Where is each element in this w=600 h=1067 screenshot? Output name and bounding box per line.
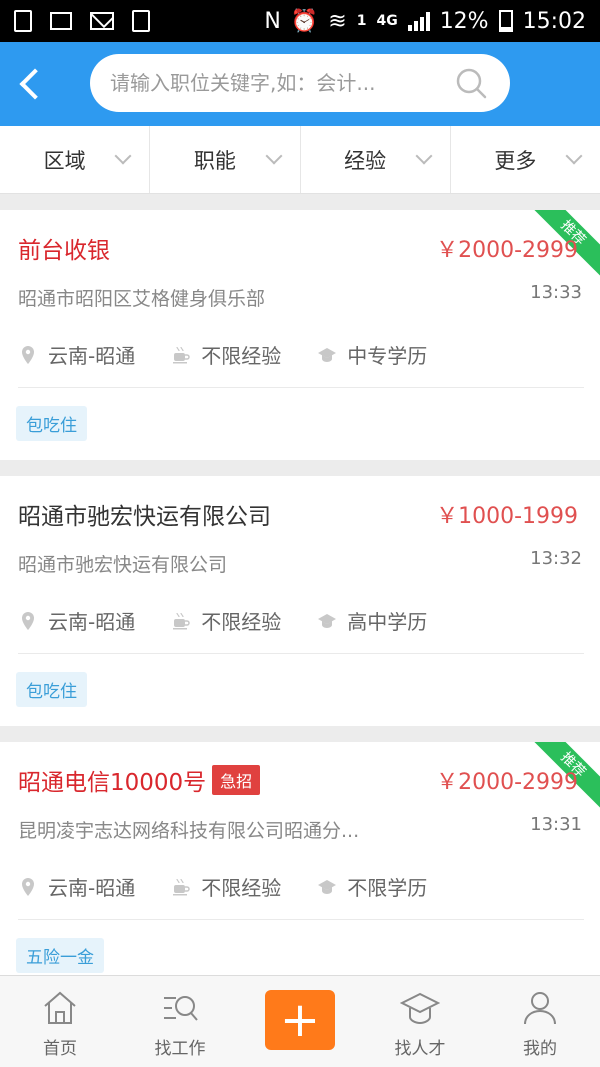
filter-label: 更多 <box>494 148 537 173</box>
filter-label: 经验 <box>344 148 387 173</box>
clock: 15:02 <box>522 8 586 34</box>
location-pin-icon <box>22 877 34 896</box>
battery-icon <box>498 10 513 32</box>
graduation-cap-icon <box>318 613 337 628</box>
filter-region[interactable]: 区域 <box>0 126 151 193</box>
signal-icon <box>407 11 430 31</box>
search-box[interactable] <box>90 54 510 112</box>
filter-bar: 区域 职能 经验 更多 <box>0 126 600 194</box>
app-header <box>0 42 600 126</box>
job-list: 推荐 前台收银 ￥2000-2999 昭通市昭阳区艾格健身俱乐部 13:33 云… <box>0 210 600 1008</box>
location-pin-icon <box>22 345 34 364</box>
job-title: 昭通电信10000号 <box>18 770 207 796</box>
mail-icon <box>90 12 114 30</box>
back-arrow-icon <box>19 68 51 100</box>
job-card[interactable]: 推荐 昭通电信10000号 急招 ￥2000-2999 昆明凌宇志达网络科技有限… <box>0 742 600 992</box>
job-card[interactable]: 昭通市驰宏快运有限公司 ￥1000-1999 昭通市驰宏快运有限公司 13:32… <box>0 476 600 726</box>
filter-label: 职能 <box>193 148 236 173</box>
job-education: 不限学历 <box>347 876 428 900</box>
graduation-cap-icon <box>318 347 337 362</box>
company-name: 昭通市昭阳区艾格健身俱乐部 <box>18 288 266 310</box>
alarm-icon: ⏰ <box>290 8 319 34</box>
sim-slot: 1 <box>356 13 367 29</box>
post-time: 13:33 <box>530 282 582 303</box>
filter-function[interactable]: 职能 <box>150 126 301 193</box>
nav-home[interactable]: 首页 <box>0 976 120 1067</box>
nav-find-job[interactable]: 找工作 <box>120 976 240 1067</box>
coffee-cup-icon <box>173 878 190 895</box>
job-location: 云南-昭通 <box>48 610 136 634</box>
nav-label: 找人才 <box>394 1039 446 1059</box>
image-icon <box>50 12 72 30</box>
battery-percent: 12% <box>439 8 489 34</box>
job-title: 前台收银 <box>18 238 110 264</box>
location-pin-icon <box>22 611 34 630</box>
job-location: 云南-昭通 <box>48 876 136 900</box>
job-experience: 不限经验 <box>201 344 282 368</box>
nfc-icon: N <box>264 8 281 34</box>
divider <box>18 919 584 920</box>
job-experience: 不限经验 <box>201 876 282 900</box>
benefit-tag: 五险一金 <box>16 938 104 973</box>
divider <box>18 653 584 654</box>
job-salary: ￥2000-2999 <box>436 770 578 795</box>
home-icon <box>44 991 76 1024</box>
nav-mine[interactable]: 我的 <box>480 976 600 1067</box>
job-education: 高中学历 <box>347 610 428 634</box>
graduation-cap-icon <box>400 992 440 1025</box>
job-salary: ￥2000-2999 <box>436 238 578 263</box>
company-name: 昆明凌宇志达网络科技有限公司昭通分... <box>18 820 360 842</box>
divider <box>18 387 584 388</box>
status-bar: N ⏰ ≋ 1 4G 12% 15:02 <box>0 0 600 42</box>
job-card[interactable]: 推荐 前台收银 ￥2000-2999 昭通市昭阳区艾格健身俱乐部 13:33 云… <box>0 210 600 460</box>
search-icon[interactable] <box>454 66 488 100</box>
post-time: 13:31 <box>530 814 582 835</box>
job-experience: 不限经验 <box>201 610 282 634</box>
network-type: 4G <box>376 13 398 29</box>
post-time: 13:32 <box>530 548 582 569</box>
graduation-cap-icon <box>318 879 337 894</box>
device-alert-icon <box>132 10 150 32</box>
filter-label: 区域 <box>43 148 86 173</box>
chevron-down-icon <box>565 147 583 165</box>
filter-experience[interactable]: 经验 <box>301 126 451 193</box>
chevron-down-icon <box>415 147 433 165</box>
wifi-icon: ≋ <box>328 8 347 34</box>
chevron-down-icon <box>265 147 282 165</box>
chevron-down-icon <box>114 147 132 165</box>
nav-label: 找工作 <box>154 1039 206 1059</box>
job-title: 昭通市驰宏快运有限公司 <box>18 504 271 530</box>
battery-alert-icon <box>14 10 32 32</box>
urgent-badge: 急招 <box>212 765 261 795</box>
user-icon <box>524 992 556 1025</box>
coffee-cup-icon <box>173 346 190 363</box>
benefit-tag: 包吃住 <box>16 406 87 441</box>
search-input[interactable] <box>110 71 440 95</box>
coffee-cup-icon <box>173 612 190 629</box>
nav-label: 首页 <box>43 1039 77 1059</box>
filter-more[interactable]: 更多 <box>451 126 600 193</box>
benefit-tag: 包吃住 <box>16 672 87 707</box>
add-post-button[interactable]: + <box>265 989 335 1050</box>
bottom-nav: 首页 找工作 + 找人才 我的 <box>0 975 600 1067</box>
nav-label: 我的 <box>523 1039 557 1059</box>
job-education: 中专学历 <box>347 344 428 368</box>
back-button[interactable] <box>0 42 60 126</box>
job-location: 云南-昭通 <box>48 344 136 368</box>
job-search-icon <box>164 996 198 1021</box>
job-salary: ￥1000-1999 <box>436 504 578 529</box>
company-name: 昭通市驰宏快运有限公司 <box>18 554 228 576</box>
nav-find-talent[interactable]: 找人才 <box>360 976 480 1067</box>
